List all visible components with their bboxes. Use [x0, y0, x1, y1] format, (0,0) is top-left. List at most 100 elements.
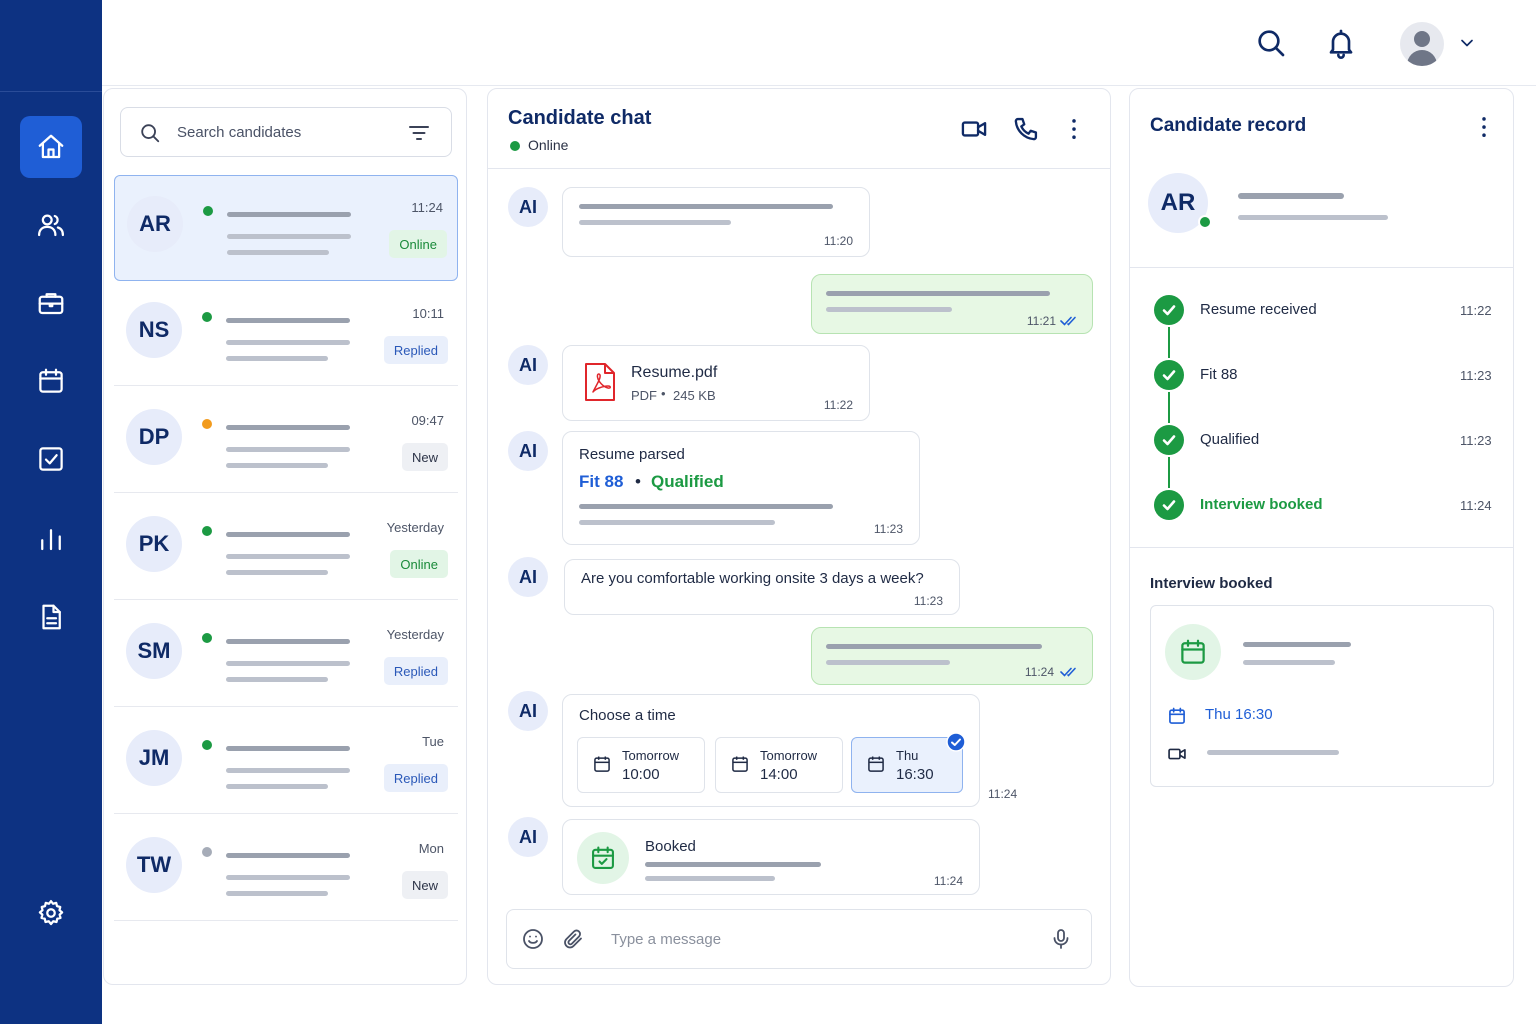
- voice-call-button[interactable]: [1010, 113, 1042, 145]
- text-line: [226, 340, 350, 345]
- calendar-icon: [39, 368, 63, 393]
- question-message-bubble: Are you comfortable working onsite 3 day…: [564, 559, 960, 615]
- text-line: [226, 891, 328, 896]
- step-label: Qualified: [1200, 431, 1260, 448]
- candidate-list-item[interactable]: JM Tue Replied: [114, 710, 458, 814]
- search-input[interactable]: Search candidates: [120, 107, 452, 157]
- message-time: 11:20: [823, 234, 853, 248]
- file-size: 245 KB: [673, 388, 716, 403]
- text-line: [579, 204, 833, 209]
- text-line: [645, 862, 821, 867]
- sidebar-item-candidates[interactable]: [20, 194, 82, 256]
- candidate-list-panel: Search candidates AR 11:24 Online NS 10:11 Re…: [103, 88, 467, 985]
- sidebar-item-home[interactable]: [20, 116, 82, 178]
- search-button[interactable]: [1254, 26, 1288, 60]
- choose-title: Choose a time: [579, 707, 676, 724]
- sidebar-item-calendar[interactable]: [20, 350, 82, 412]
- calendar-icon: [594, 756, 610, 772]
- status-badge: New: [401, 871, 448, 899]
- name-line: [226, 425, 350, 430]
- pdf-file-icon: [585, 363, 615, 401]
- sidebar-item-jobs[interactable]: [20, 272, 82, 334]
- name-line: [226, 639, 350, 644]
- video-call-button[interactable]: [958, 113, 990, 145]
- candidate-list-item[interactable]: AR 11:24 Online: [114, 175, 458, 281]
- notifications-button[interactable]: [1324, 26, 1358, 60]
- candidate-list-item[interactable]: TW Mon New: [114, 817, 458, 921]
- search-placeholder: Search candidates: [177, 124, 302, 141]
- sidebar-item-analytics[interactable]: [20, 508, 82, 570]
- step-connector: [1168, 457, 1170, 488]
- sidebar-header: [0, 0, 102, 92]
- time-slot-option[interactable]: Tomorrow 10:00: [577, 737, 705, 793]
- candidate-list-item[interactable]: DP 09:47 New: [114, 389, 458, 493]
- text-line: [227, 234, 351, 239]
- candidate-list-item[interactable]: PK Yesterday Online: [114, 496, 458, 600]
- sidebar-item-settings[interactable]: [20, 882, 82, 944]
- record-more-button[interactable]: [1468, 111, 1500, 143]
- sidebar: [0, 0, 102, 1024]
- chevron-down-icon: [1461, 39, 1473, 47]
- emoji-icon[interactable]: [521, 927, 545, 951]
- text-line: [1243, 642, 1351, 647]
- step-check: [1154, 490, 1184, 520]
- chat-header: Candidate chat Online: [488, 89, 1110, 169]
- text-line: [579, 220, 731, 225]
- check-icon: [1162, 305, 1176, 316]
- candidate-avatar: PK: [126, 516, 182, 572]
- ai-avatar: AI: [508, 431, 548, 471]
- candidate-time: Yesterday: [386, 520, 444, 535]
- file-message-bubble[interactable]: Resume.pdf PDF • 245 KB 11:22: [562, 345, 870, 421]
- detail-line: [1238, 215, 1388, 220]
- name-line: [226, 532, 350, 537]
- search-icon: [1258, 30, 1285, 57]
- time-slot-option[interactable]: Thu 16:30: [851, 732, 966, 793]
- question-text: Are you comfortable working onsite 3 day…: [581, 570, 924, 587]
- time-slot-option[interactable]: Tomorrow 14:00: [715, 737, 843, 793]
- message-time: 11:21: [1026, 314, 1056, 328]
- message-time: 11:22: [823, 398, 853, 412]
- chat-more-button[interactable]: [1058, 113, 1090, 145]
- check-icon: [1162, 435, 1176, 446]
- avatar-head: [1414, 31, 1430, 47]
- slot-day: Tomorrow: [760, 748, 818, 763]
- candidate-time: 09:47: [411, 413, 444, 428]
- status-dot: [202, 526, 212, 536]
- text-line: [826, 660, 950, 665]
- status-badge: New: [401, 443, 448, 471]
- status-dot: [202, 847, 212, 857]
- step-label: Resume received: [1200, 301, 1317, 318]
- text-line: [826, 307, 952, 312]
- sidebar-item-tasks[interactable]: [20, 428, 82, 490]
- briefcase-icon: [38, 293, 64, 315]
- qualified-label: Qualified: [651, 472, 724, 491]
- sidebar-item-documents[interactable]: [20, 586, 82, 648]
- chat-title: Candidate chat: [508, 107, 652, 129]
- booked-message-bubble: Booked 11:24: [562, 819, 980, 895]
- tag-separator: •: [635, 472, 641, 491]
- paperclip-icon[interactable]: [561, 927, 585, 951]
- candidate-time: 10:11: [412, 306, 444, 321]
- interview-card[interactable]: Thu 16:30: [1150, 605, 1494, 787]
- candidate-list-item[interactable]: SM Yesterday Replied: [114, 603, 458, 707]
- step-connector: [1168, 392, 1170, 423]
- more-vertical-icon: [1482, 117, 1486, 138]
- fit-score: Fit 88: [579, 472, 624, 491]
- user-avatar[interactable]: [1400, 22, 1444, 66]
- read-receipt-icon: [1060, 667, 1076, 677]
- candidate-list-item[interactable]: NS 10:11 Replied: [114, 282, 458, 386]
- microphone-icon[interactable]: [1049, 926, 1073, 952]
- text-line: [826, 644, 1042, 649]
- checkbox-icon: [39, 447, 63, 471]
- top-bar: [102, 0, 1536, 86]
- status-dot: [202, 419, 212, 429]
- message-time: 11:24: [988, 787, 1018, 801]
- message-input[interactable]: Type a message: [506, 909, 1092, 969]
- text-line: [226, 661, 350, 666]
- slot-time: 14:00: [760, 766, 798, 783]
- filter-icon[interactable]: [407, 121, 431, 145]
- account-menu-button[interactable]: [1452, 28, 1482, 58]
- candidate-avatar: SM: [126, 623, 182, 679]
- search-icon: [141, 124, 160, 143]
- name-line: [227, 212, 351, 217]
